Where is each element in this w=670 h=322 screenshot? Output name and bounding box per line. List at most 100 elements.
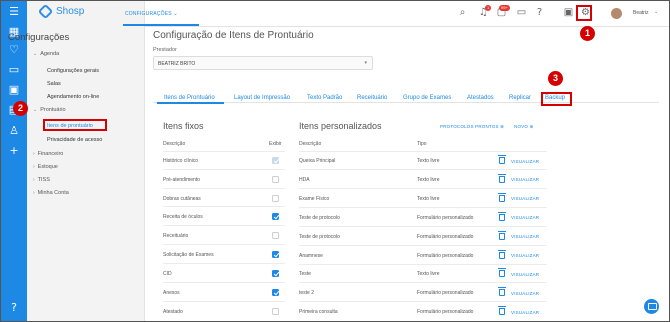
user-menu-chevron-icon[interactable]: ⌄: [654, 9, 658, 15]
visualizar-link[interactable]: VISUALIZAR: [511, 272, 539, 277]
visualizar-link[interactable]: VISUALIZAR: [511, 196, 539, 201]
left-icon-rail: ☰ ▦ ♡ ▭ ▣ ▤ ♙ + ?: [1, 1, 27, 321]
monitor-icon[interactable]: ▭: [515, 6, 528, 19]
annotation-marker-1: 1: [580, 26, 595, 41]
nav-group-minha-conta[interactable]: › Minha Conta: [33, 190, 69, 196]
trash-icon[interactable]: [498, 268, 506, 278]
active-tab-underline: [157, 102, 224, 104]
prestador-label: Prestador: [153, 47, 177, 53]
custom-row-description: Teste de protocolo: [299, 233, 340, 240]
custom-row-type: Formulário personalizado: [417, 309, 474, 316]
protocolos-prontos-link[interactable]: PROTOCOLOS PRONTOS ⊕: [440, 124, 504, 130]
money-icon[interactable]: ▭: [7, 63, 21, 77]
row-divider: [163, 244, 285, 245]
fixed-row-checkbox[interactable]: [272, 213, 279, 220]
custom-row-description: HDA: [299, 176, 310, 183]
trash-icon[interactable]: [498, 211, 506, 221]
tab-grupo-de-exames[interactable]: Grupo de Exames: [403, 95, 451, 101]
annotation-box-nav: [43, 119, 107, 131]
print-icon[interactable]: ▣: [562, 6, 575, 19]
trash-icon[interactable]: [498, 192, 506, 202]
fixed-row-checkbox[interactable]: [272, 232, 279, 239]
fixed-row-checkbox[interactable]: [272, 289, 279, 296]
trash-icon[interactable]: [498, 155, 506, 164]
fixed-items-title: Itens fixos: [163, 121, 204, 131]
nav-item-salas[interactable]: Salas: [47, 81, 61, 87]
annotation-marker-3: 3: [548, 71, 563, 86]
tab-texto-padrao[interactable]: Texto Padrão: [307, 95, 342, 101]
annotation-marker-2: 2: [13, 101, 28, 116]
row-divider: [299, 169, 547, 170]
row-divider: [163, 169, 285, 170]
menu-icon[interactable]: ☰: [7, 5, 21, 19]
chevron-down-icon: ⌄: [33, 107, 38, 113]
user-edit-icon[interactable]: ♙: [7, 124, 21, 138]
help-icon[interactable]: ?: [7, 301, 21, 315]
search-icon[interactable]: ⌕: [456, 6, 469, 19]
folder-icon[interactable]: ▣: [7, 83, 21, 97]
visualizar-link[interactable]: VISUALIZAR: [511, 215, 539, 220]
nav-group-prontuario[interactable]: ⌄ Prontuário: [33, 107, 66, 113]
fixed-row-label: Receita de óculos: [163, 214, 203, 220]
tab-replicar[interactable]: Replicar: [509, 95, 531, 101]
row-divider: [299, 263, 547, 265]
trash-icon[interactable]: [498, 249, 506, 259]
fixed-row-checkbox[interactable]: [272, 176, 279, 183]
custom-row-description: Primeira consulta: [299, 309, 338, 316]
trash-icon[interactable]: [498, 230, 506, 240]
fixed-row-label: Receituário: [163, 233, 189, 239]
tab-receituario[interactable]: Receituário: [357, 95, 387, 101]
annotation-box-backup: [541, 92, 572, 106]
custom-row-description: Anamnese: [299, 252, 323, 259]
visualizar-link[interactable]: VISUALIZAR: [511, 177, 539, 182]
trash-icon[interactable]: [498, 173, 506, 183]
nav-group-tiss[interactable]: › TISS: [33, 177, 50, 183]
novo-button[interactable]: NOVO ⊕: [514, 124, 534, 130]
fixed-row-checkbox[interactable]: [272, 195, 279, 202]
visualizar-link[interactable]: VISUALIZAR: [511, 253, 539, 258]
fixed-row-checkbox[interactable]: [272, 270, 279, 277]
circle-plus-icon: ⊕: [529, 124, 534, 129]
visualizar-link[interactable]: VISUALIZAR: [511, 159, 539, 164]
fixed-row-checkbox[interactable]: [272, 308, 279, 315]
trash-icon[interactable]: [498, 306, 506, 316]
help-icon[interactable]: ?: [533, 6, 546, 19]
visualizar-link[interactable]: VISUALIZAR: [511, 291, 539, 296]
nav-item-privacidade-de-acesso[interactable]: Privacidade de acesso: [47, 137, 102, 143]
nav-group-estoque[interactable]: › Estoque: [33, 164, 58, 170]
row-divider: [299, 206, 547, 208]
row-divider: [163, 282, 285, 283]
nav-item-configuracoes-gerais[interactable]: Configurações gerais: [47, 68, 99, 74]
user-name[interactable]: Beatriz: [633, 10, 649, 16]
custom-header-divider: [299, 151, 547, 152]
fixed-row-label: Atestado: [163, 309, 183, 315]
trash-icon[interactable]: [498, 287, 506, 297]
tab-itens-de-prontuario[interactable]: Itens de Prontuário: [164, 95, 215, 101]
custom-row-type: Texto livre: [417, 195, 440, 202]
breadcrumb-label: CONFIGURAÇÕES: [125, 11, 172, 17]
fixed-row-label: Pré-atendimento: [163, 177, 200, 183]
chat-support-button[interactable]: [644, 299, 659, 314]
visualizar-link[interactable]: VISUALIZAR: [511, 234, 539, 239]
breadcrumb[interactable]: CONFIGURAÇÕES ⌄: [125, 11, 178, 17]
tab-layout-de-impressao[interactable]: Layout de Impressão: [234, 95, 290, 101]
prestador-select[interactable]: BEATRIZ BRITO ▾: [153, 56, 373, 70]
nav-group-agenda[interactable]: ⌄ Agenda: [33, 51, 59, 57]
custom-row-description: Queixa Principal: [299, 158, 336, 164]
chevron-down-icon: ⌄: [173, 11, 178, 17]
chat-badge: 99+: [499, 5, 510, 11]
fixed-row-checkbox[interactable]: [272, 157, 279, 164]
fixed-row-checkbox[interactable]: [272, 251, 279, 258]
nav-group-financeiro[interactable]: › Financeiro: [33, 151, 63, 157]
annotation-box-gear: [576, 5, 592, 21]
avatar[interactable]: [611, 8, 622, 19]
row-divider: [163, 225, 285, 226]
plus-icon[interactable]: +: [7, 144, 21, 158]
tab-atestados[interactable]: Atestados: [467, 95, 494, 101]
nav-item-agendamento-online[interactable]: Agendamento on-line: [47, 94, 99, 100]
app-logo[interactable]: Shosp: [37, 3, 84, 20]
visualizar-link[interactable]: VISUALIZAR: [511, 310, 539, 315]
heart-icon[interactable]: ♡: [7, 43, 21, 57]
logo-icon: [37, 3, 54, 20]
custom-row-type: Formulário personalizado: [417, 233, 474, 240]
